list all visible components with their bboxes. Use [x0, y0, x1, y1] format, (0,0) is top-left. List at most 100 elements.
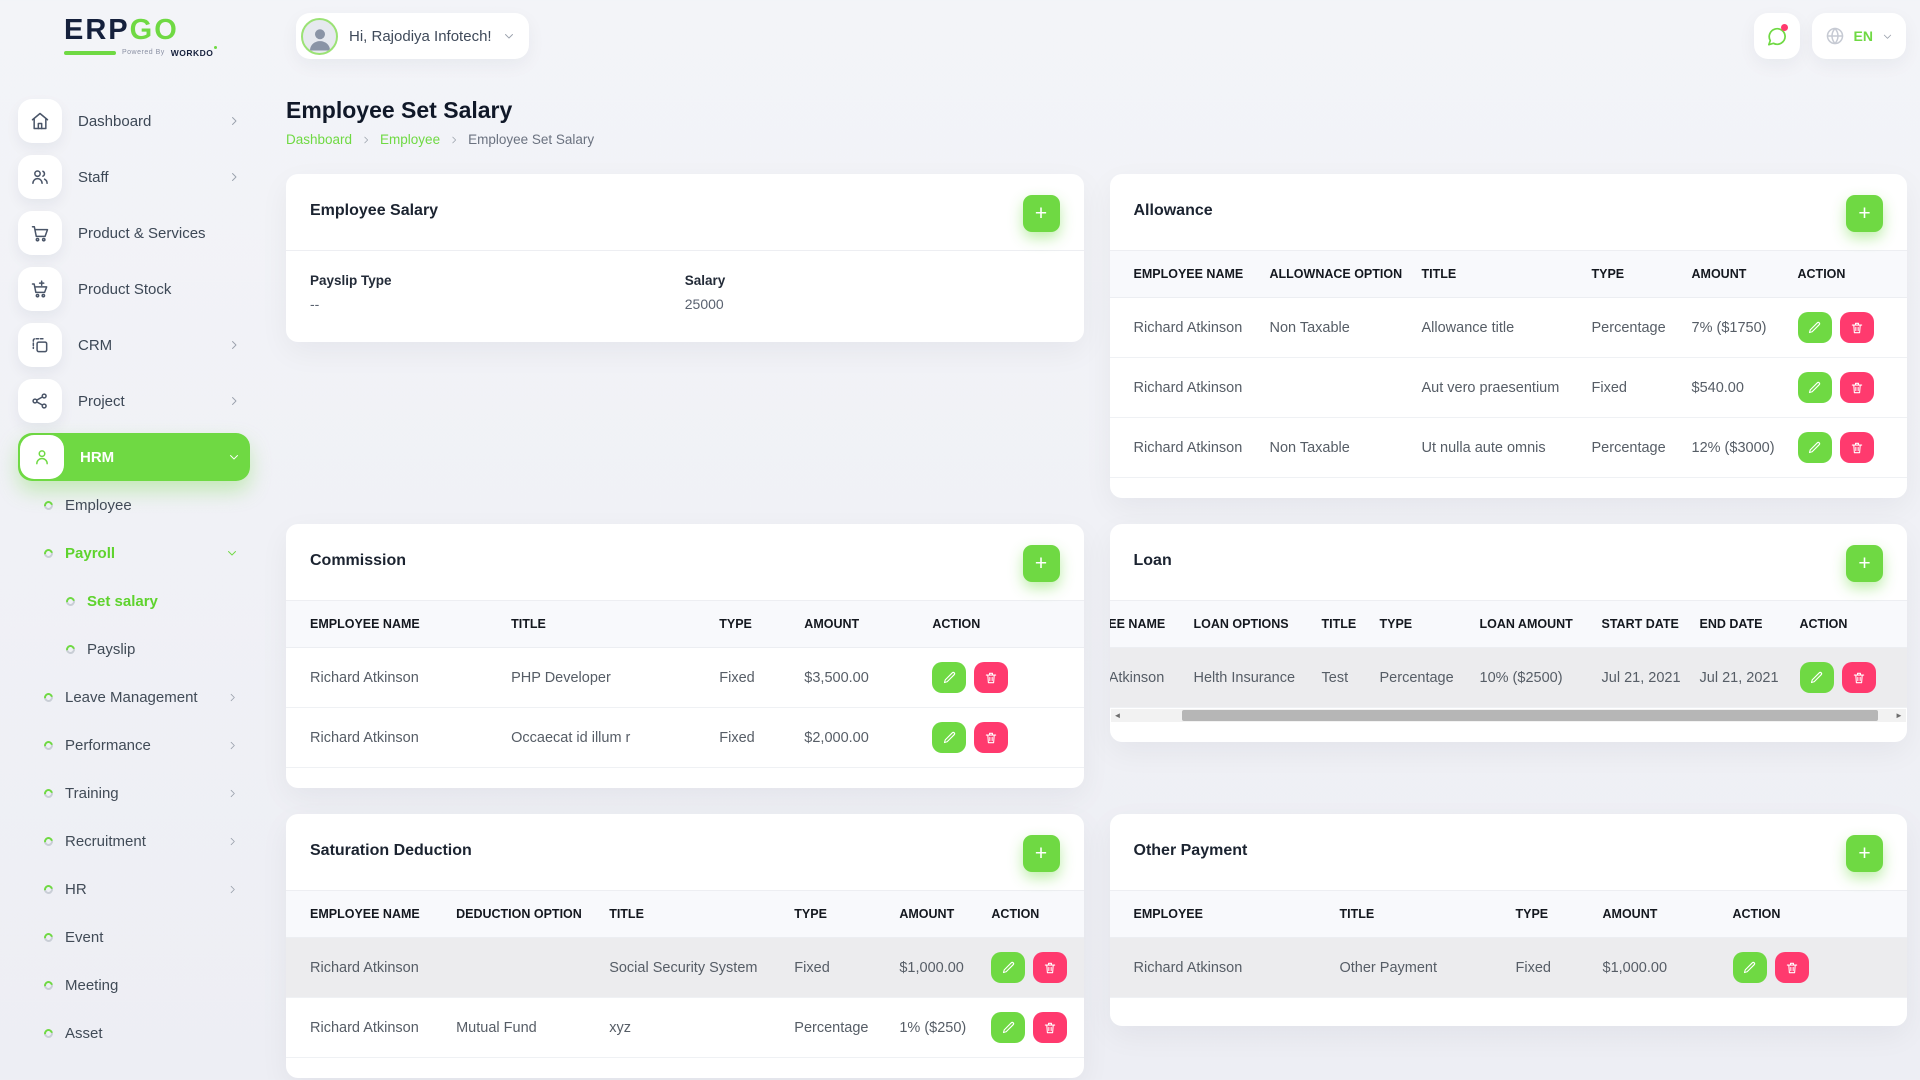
- loan-table: EMPLOYEE NAME LOAN OPTIONS TITLE TYPE LO…: [1110, 601, 1908, 708]
- edit-button[interactable]: [1798, 312, 1832, 343]
- card-title: Saturation Deduction: [310, 835, 472, 860]
- sidebar-item-employee[interactable]: Employee: [18, 489, 250, 521]
- other-payment-card: Other Payment + EMPLOYEE TITLE TYPE AMOU…: [1110, 814, 1908, 1026]
- delete-button[interactable]: [974, 662, 1008, 693]
- chevron-right-icon: [228, 171, 240, 183]
- page-title: Employee Set Salary: [286, 97, 1907, 124]
- edit-button[interactable]: [1798, 372, 1832, 403]
- chevron-right-icon: [227, 692, 238, 703]
- top-bar: ERPGO Powered By WORKDO Hi, Rajodiya Inf…: [0, 0, 1920, 72]
- table-row: Richard Atkinson PHP Developer Fixed $3,…: [286, 648, 1084, 708]
- commission-card: Commission + EMPLOYEE NAME TITLE TYPE AM…: [286, 524, 1084, 788]
- bullet-icon: [42, 1027, 55, 1040]
- bullet-icon: [42, 979, 55, 992]
- sidebar-item-payroll[interactable]: Payroll: [18, 537, 250, 569]
- other-payment-table: EMPLOYEE TITLE TYPE AMOUNT ACTION Richar…: [1110, 891, 1908, 998]
- trash-icon: [1850, 441, 1864, 455]
- messages-button[interactable]: [1754, 13, 1800, 59]
- sidebar-item-performance[interactable]: Performance: [18, 729, 250, 761]
- scroll-left-arrow[interactable]: ◄: [1111, 709, 1125, 722]
- avatar: [301, 18, 338, 55]
- edit-button[interactable]: [1798, 432, 1832, 463]
- delete-button[interactable]: [1775, 952, 1809, 983]
- sidebar-item-product-stock[interactable]: Product Stock: [18, 265, 250, 313]
- logo-underline: [64, 51, 116, 55]
- share-icon: [18, 379, 62, 423]
- sidebar-item-event[interactable]: Event: [18, 921, 250, 953]
- sidebar-item-recruitment[interactable]: Recruitment: [18, 825, 250, 857]
- bullet-icon: [64, 643, 77, 656]
- sidebar-item-staff[interactable]: Staff: [18, 153, 250, 201]
- bullet-icon: [42, 739, 55, 752]
- sidebar-item-project[interactable]: Project: [18, 377, 250, 425]
- edit-button[interactable]: [991, 952, 1025, 983]
- saturation-deduction-card: Saturation Deduction + EMPLOYEE NAME DED…: [286, 814, 1084, 1078]
- delete-button[interactable]: [1840, 372, 1874, 403]
- table-header-row: EMPLOYEE NAME LOAN OPTIONS TITLE TYPE LO…: [1110, 601, 1908, 648]
- delete-button[interactable]: [1840, 432, 1874, 463]
- sidebar-item-payslip[interactable]: Payslip: [18, 633, 250, 665]
- breadcrumb-employee[interactable]: Employee: [380, 132, 440, 147]
- user-menu[interactable]: Hi, Rajodiya Infotech!: [296, 13, 529, 59]
- sidebar-item-product-services[interactable]: Product & Services: [18, 209, 250, 257]
- delete-button[interactable]: [1842, 662, 1876, 693]
- pencil-icon: [1001, 1020, 1016, 1035]
- add-employee-salary-button[interactable]: +: [1023, 195, 1060, 232]
- edit-button[interactable]: [1800, 662, 1834, 693]
- add-allowance-button[interactable]: +: [1846, 195, 1883, 232]
- scroll-right-arrow[interactable]: ►: [1892, 709, 1906, 722]
- delete-button[interactable]: [974, 722, 1008, 753]
- erpgo-logo[interactable]: ERPGO Powered By WORKDO: [64, 15, 214, 58]
- salary-label: Salary: [685, 273, 1060, 288]
- add-saturation-deduction-button[interactable]: +: [1023, 835, 1060, 872]
- sidebar-item-crm[interactable]: CRM: [18, 321, 250, 369]
- table-row: Richard Atkinson Non Taxable Allowance t…: [1110, 298, 1908, 358]
- table-header-row: EMPLOYEE TITLE TYPE AMOUNT ACTION: [1110, 891, 1908, 938]
- delete-button[interactable]: [1840, 312, 1874, 343]
- pencil-icon: [942, 670, 957, 685]
- chevron-right-icon: [227, 884, 238, 895]
- add-commission-button[interactable]: +: [1023, 545, 1060, 582]
- sidebar-item-leave-management[interactable]: Leave Management: [18, 681, 250, 713]
- table-row: Richard Atkinson Other Payment Fixed $1,…: [1110, 938, 1908, 998]
- bullet-icon: [42, 547, 55, 560]
- sidebar-item-asset[interactable]: Asset: [18, 1017, 250, 1049]
- col-amount: AMOUNT: [1682, 251, 1788, 298]
- sidebar-item-meeting[interactable]: Meeting: [18, 969, 250, 1001]
- sidebar-item-hr[interactable]: HR: [18, 873, 250, 905]
- sidebar-item-set-salary[interactable]: Set salary: [18, 585, 250, 617]
- edit-button[interactable]: [932, 722, 966, 753]
- edit-button[interactable]: [1733, 952, 1767, 983]
- bullet-icon: [42, 787, 55, 800]
- trash-icon: [1850, 381, 1864, 395]
- add-loan-button[interactable]: +: [1846, 545, 1883, 582]
- chevron-right-icon: [228, 339, 240, 351]
- plus-icon: +: [1035, 203, 1047, 224]
- pencil-icon: [942, 730, 957, 745]
- add-other-payment-button[interactable]: +: [1846, 835, 1883, 872]
- sidebar-item-training[interactable]: Training: [18, 777, 250, 809]
- notification-dot: [1781, 24, 1788, 31]
- plus-icon: +: [1858, 843, 1870, 864]
- scrollbar-thumb[interactable]: [1182, 710, 1878, 721]
- sidebar-item-dashboard[interactable]: Dashboard: [18, 97, 250, 145]
- breadcrumb-dashboard[interactable]: Dashboard: [286, 132, 352, 147]
- language-selector[interactable]: EN: [1812, 13, 1906, 59]
- edit-button[interactable]: [991, 1012, 1025, 1043]
- chevron-down-icon: [228, 451, 240, 463]
- card-title: Commission: [310, 545, 406, 570]
- delete-button[interactable]: [1033, 952, 1067, 983]
- delete-button[interactable]: [1033, 1012, 1067, 1043]
- logo-text: ERPGO: [64, 15, 214, 45]
- edit-button[interactable]: [932, 662, 966, 693]
- bullet-icon: [42, 835, 55, 848]
- chevron-right-icon: [228, 395, 240, 407]
- table-row: Richard Atkinson Mutual Fund xyz Percent…: [286, 998, 1084, 1058]
- card-title: Other Payment: [1134, 835, 1248, 860]
- saturation-deduction-table: EMPLOYEE NAME DEDUCTION OPTION TITLE TYP…: [286, 891, 1084, 1058]
- sidebar-item-hrm[interactable]: HRM: [18, 433, 250, 481]
- workdo-text: WORKDO: [171, 48, 214, 58]
- users-icon: [18, 155, 62, 199]
- plus-icon: +: [1035, 553, 1047, 574]
- horizontal-scrollbar[interactable]: ◄ ►: [1111, 709, 1907, 722]
